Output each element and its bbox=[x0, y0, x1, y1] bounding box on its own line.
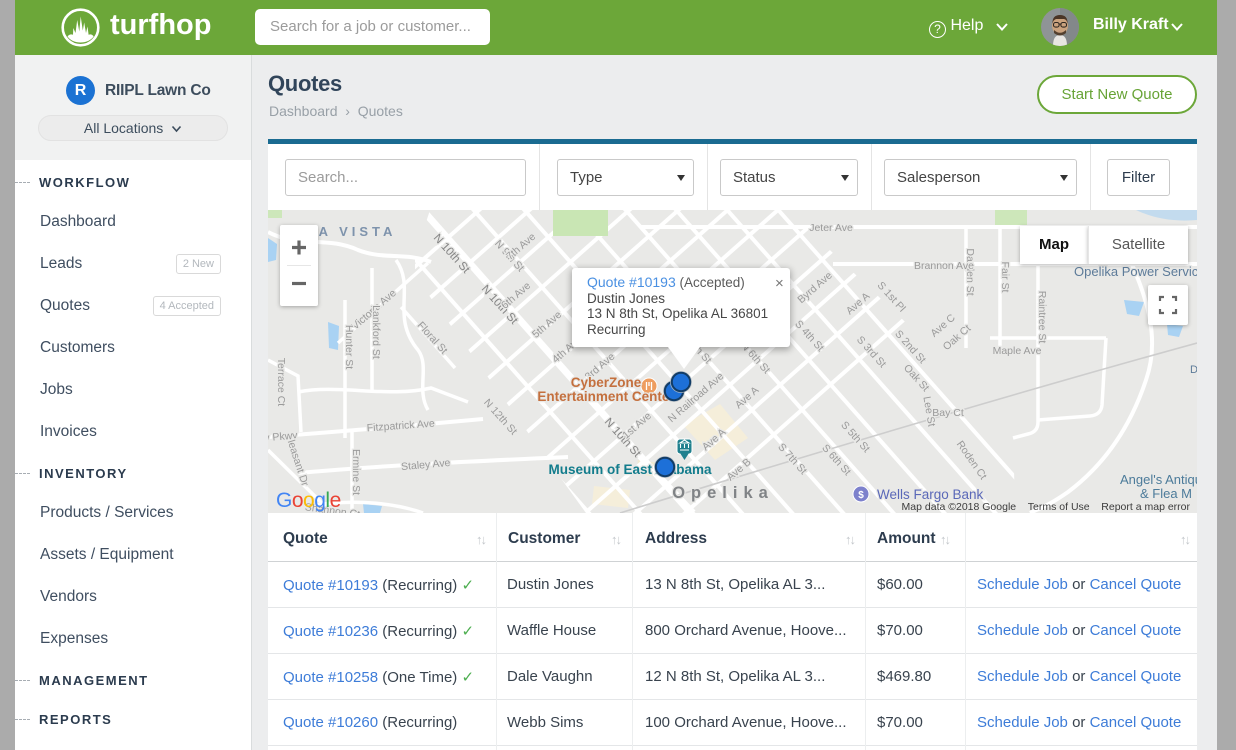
svg-text:Opelika: Opelika bbox=[672, 484, 774, 502]
svg-text:$: $ bbox=[858, 490, 864, 501]
svg-text:Hunter St: Hunter St bbox=[343, 325, 355, 369]
svg-text:Entertainment Center: Entertainment Center bbox=[537, 389, 675, 404]
svg-text:Jeter Ave: Jeter Ave bbox=[809, 222, 853, 234]
svg-text:Brannon Ave: Brannon Ave bbox=[914, 260, 974, 272]
svg-text:Opelika Power Service: Opelika Power Service bbox=[1074, 264, 1197, 279]
svg-text:Maple Ave: Maple Ave bbox=[993, 345, 1042, 357]
svg-text:Du: Du bbox=[1190, 364, 1197, 376]
svg-text:Darden St: Darden St bbox=[964, 248, 976, 295]
svg-text:Wells Fargo Bank: Wells Fargo Bank bbox=[877, 487, 984, 502]
svg-text:Raintree St: Raintree St bbox=[1036, 291, 1048, 344]
svg-text:Museum of East Alabama: Museum of East Alabama bbox=[548, 462, 712, 477]
svg-text:Bay Ct: Bay Ct bbox=[932, 407, 964, 419]
svg-text:TA VISTA: TA VISTA bbox=[308, 224, 397, 239]
svg-text:CyberZone: CyberZone bbox=[571, 375, 642, 390]
svg-text:Ermine St: Ermine St bbox=[350, 449, 362, 495]
svg-text:Lankford St: Lankford St bbox=[370, 305, 382, 359]
svg-text:Angel's Antiqu: Angel's Antiqu bbox=[1120, 472, 1197, 487]
svg-text:Fair St: Fair St bbox=[999, 262, 1011, 293]
svg-text:& Flea M: & Flea M bbox=[1140, 486, 1192, 501]
svg-text:Terrace Ct: Terrace Ct bbox=[275, 358, 287, 407]
